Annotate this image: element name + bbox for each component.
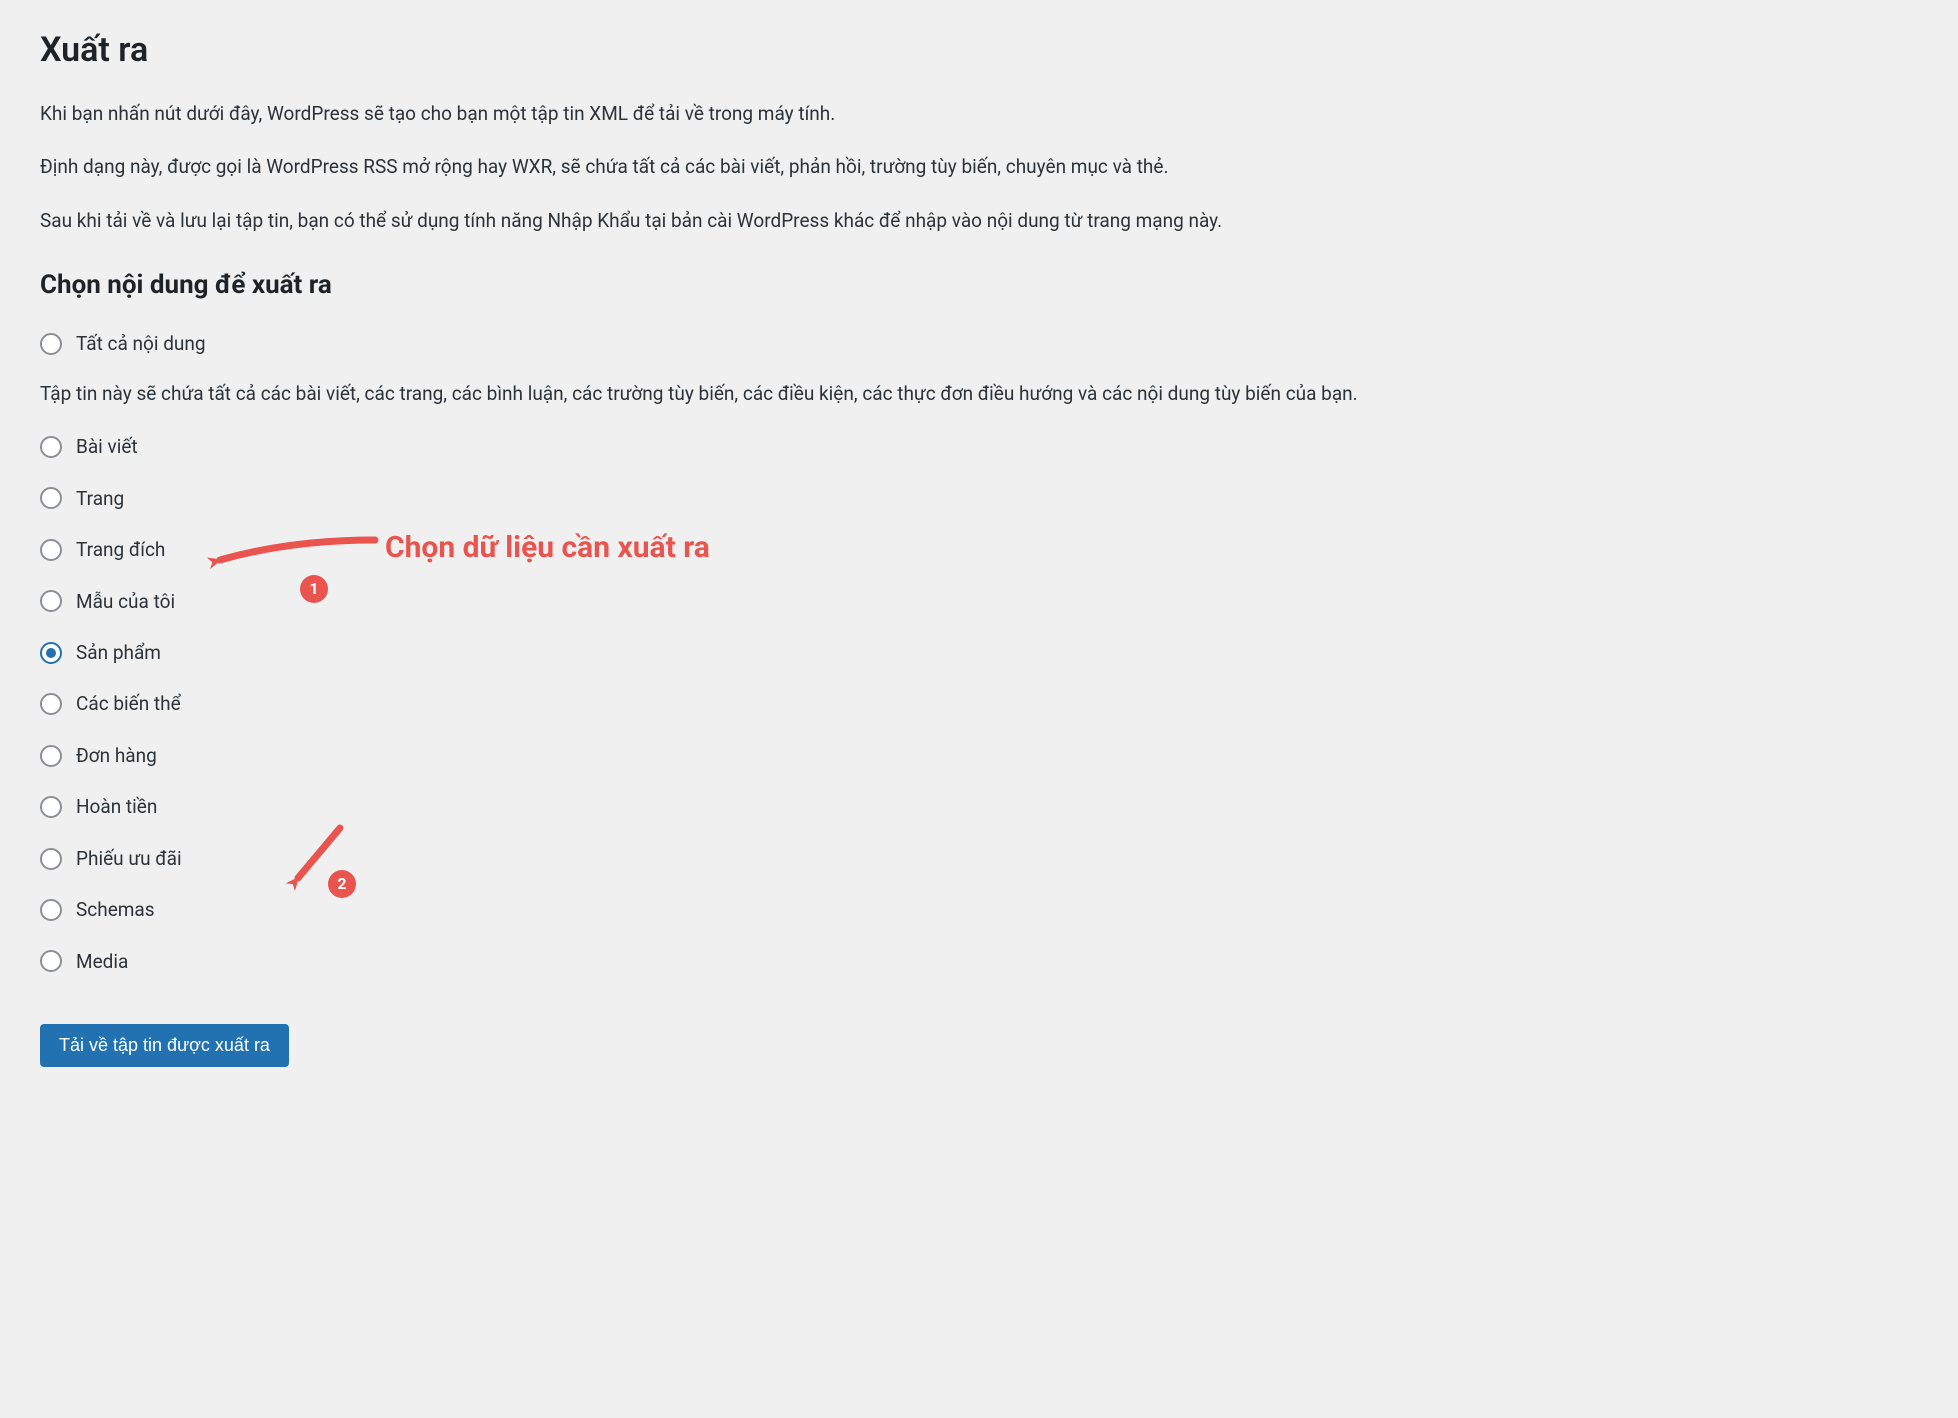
radio-icon[interactable] [40,693,62,715]
option-label: Hoàn tiền [76,792,157,821]
option-label: Tất cả nội dung [76,329,206,358]
radio-icon[interactable] [40,333,62,355]
option-label: Đơn hàng [76,741,157,770]
page-title: Xuất ra [40,30,1918,71]
all-content-hint: Tập tin này sẽ chứa tất cả các bài viết,… [40,379,1918,408]
option-label: Bài viết [76,432,138,461]
radio-icon[interactable] [40,899,62,921]
radio-icon[interactable] [40,796,62,818]
option-posts[interactable]: Bài viết [40,432,1918,461]
option-label: Media [76,947,128,976]
intro-paragraph-3: Sau khi tải về và lưu lại tập tin, bạn c… [40,206,1918,235]
option-media[interactable]: Media [40,947,1918,976]
option-variations[interactable]: Các biến thể [40,689,1918,718]
download-export-button[interactable]: Tải về tập tin được xuất ra [40,1024,289,1067]
intro-paragraph-1: Khi bạn nhấn nút dưới đây, WordPress sẽ … [40,99,1918,128]
option-refunds[interactable]: Hoàn tiền [40,792,1918,821]
radio-icon[interactable] [40,848,62,870]
radio-icon[interactable] [40,436,62,458]
option-orders[interactable]: Đơn hàng [40,741,1918,770]
option-pages[interactable]: Trang [40,484,1918,513]
export-page: Xuất ra Khi bạn nhấn nút dưới đây, WordP… [40,30,1918,1067]
annotation-badge-2: 2 [328,870,356,898]
intro-paragraph-2: Định dạng này, được gọi là WordPress RSS… [40,152,1918,181]
radio-icon[interactable] [40,539,62,561]
option-all-content[interactable]: Tất cả nội dung [40,329,1918,358]
option-landing-pages[interactable]: Trang đích [40,535,1918,564]
radio-icon[interactable] [40,950,62,972]
radio-icon[interactable] [40,745,62,767]
option-label: Trang đích [76,535,165,564]
option-label: Schemas [76,895,155,924]
option-label: Các biến thể [76,689,181,718]
option-label: Mẫu của tôi [76,587,175,616]
section-title: Chọn nội dung để xuất ra [40,265,1918,305]
option-label: Sản phẩm [76,638,161,667]
option-my-templates[interactable]: Mẫu của tôi [40,587,1918,616]
option-label: Phiếu ưu đãi [76,844,182,873]
radio-icon[interactable] [40,642,62,664]
radio-icon[interactable] [40,487,62,509]
option-products[interactable]: Sản phẩm [40,638,1918,667]
radio-icon[interactable] [40,590,62,612]
option-coupons[interactable]: Phiếu ưu đãi [40,844,1918,873]
option-schemas[interactable]: Schemas [40,895,1918,924]
option-label: Trang [76,484,124,513]
